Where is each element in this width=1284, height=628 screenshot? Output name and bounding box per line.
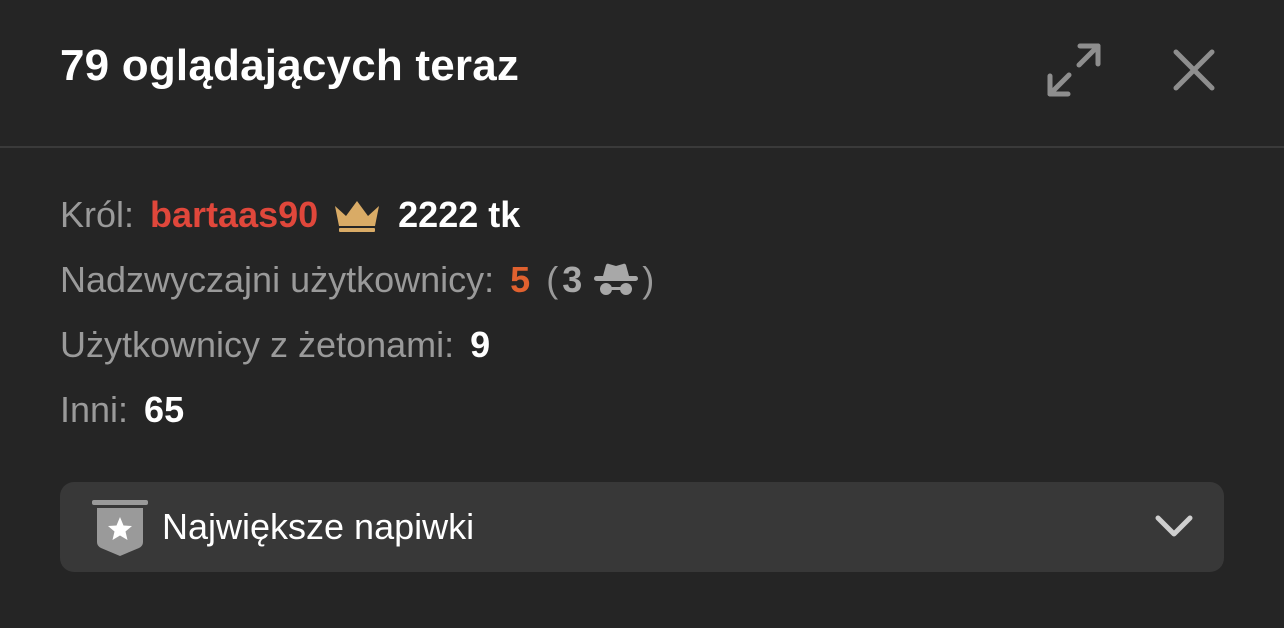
- page-title: 79 oglądających teraz: [60, 41, 520, 90]
- expand-button[interactable]: [1040, 36, 1108, 104]
- king-username[interactable]: bartaas90: [150, 194, 318, 236]
- top-tips-dropdown[interactable]: Największe napiwki: [60, 482, 1224, 572]
- viewers-stats: Król: bartaas90 2222 tk Nadzwyczajni uży…: [60, 182, 654, 442]
- close-button[interactable]: [1162, 38, 1226, 102]
- others-label: Inni:: [60, 388, 129, 430]
- incognito-icon: [592, 262, 640, 298]
- expand-icon: [1047, 43, 1101, 97]
- king-tokens: 2222 tk: [398, 193, 521, 235]
- token-users-count: 9: [470, 323, 491, 365]
- king-row: Król: bartaas90 2222 tk: [60, 182, 654, 247]
- panel-header: 79 oglądających teraz: [0, 0, 1284, 148]
- token-users-label: Użytkownicy z żetonami:: [60, 323, 455, 365]
- token-users-row: Użytkownicy z żetonami: 9: [60, 312, 654, 377]
- top-tips-label: Największe napiwki: [162, 506, 475, 547]
- special-users-row: Nadzwyczajni użytkownicy: 5 ( 3 ): [60, 247, 654, 312]
- paren-close: ): [642, 258, 655, 300]
- chevron-down-icon: [1154, 512, 1194, 545]
- paren-open: (: [546, 258, 559, 300]
- close-icon: [1173, 49, 1215, 91]
- others-row: Inni: 65: [60, 377, 654, 442]
- special-users-label: Nadzwyczajni użytkownicy:: [60, 258, 495, 300]
- crown-icon: [332, 198, 382, 232]
- special-users-count: 5: [510, 258, 531, 300]
- anonymous-users-count: 3: [562, 258, 583, 300]
- others-count: 65: [144, 388, 185, 430]
- king-label: Król:: [60, 193, 135, 235]
- star-badge-icon: [92, 500, 148, 561]
